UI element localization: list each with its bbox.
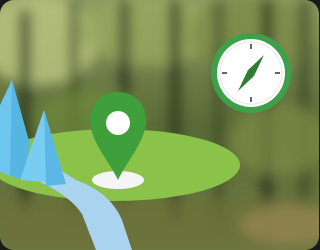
forest-map-card <box>0 0 319 250</box>
compass-icon[interactable] <box>211 33 291 113</box>
forest-map-illustration <box>0 0 319 250</box>
